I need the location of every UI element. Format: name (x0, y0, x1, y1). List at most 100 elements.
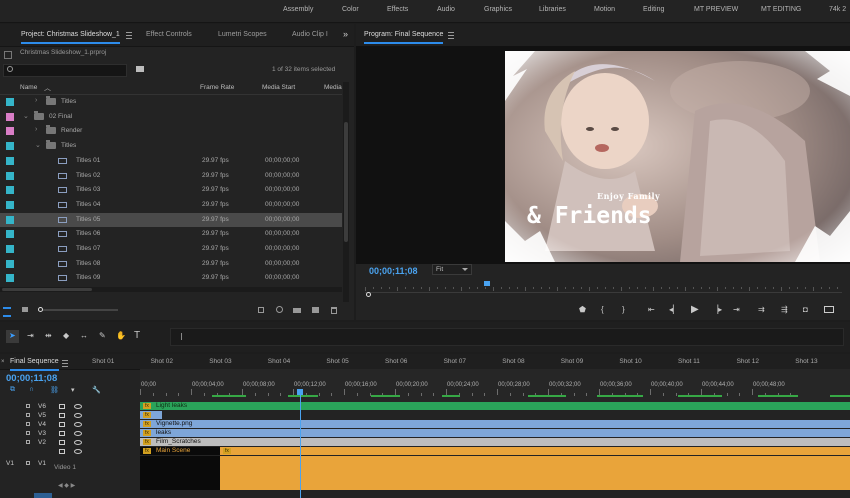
go-to-in-icon[interactable]: ⇤ (648, 305, 655, 314)
snap-icon[interactable]: ∩ (29, 386, 34, 393)
label-color-swatch[interactable] (6, 215, 14, 224)
overwrite-icon[interactable]: ⇶ (781, 305, 788, 314)
mark-out-icon[interactable]: } (622, 305, 625, 314)
tab-effect-controls[interactable]: Effect Controls (146, 31, 192, 38)
shot-marker[interactable]: Shot 04 (268, 358, 290, 365)
hand-tool-icon[interactable]: ✋ (116, 331, 126, 340)
workspace-mt-editing[interactable]: MT EDITING (761, 6, 801, 13)
play-icon[interactable]: ▶ (691, 304, 699, 315)
list-item[interactable]: Titles 03 29.97 fps 00;00;00;00 (0, 183, 342, 197)
shot-marker[interactable]: Shot 12 (737, 358, 759, 365)
list-item[interactable]: Titles 09 29.97 fps 00;00;00;00 (0, 271, 342, 285)
workspace-more[interactable]: 74k 2 (829, 6, 846, 13)
source-patch-label[interactable]: V1 (6, 460, 14, 467)
tab-audio-clip[interactable]: Audio Clip I (292, 31, 328, 38)
go-to-out-icon[interactable]: ⇥ (733, 305, 740, 314)
lock-icon[interactable] (26, 404, 30, 408)
label-color-swatch[interactable] (6, 259, 14, 268)
column-media-start[interactable]: Media Start (262, 84, 295, 91)
workspace-graphics[interactable]: Graphics (484, 6, 512, 13)
wrench-icon[interactable]: 🔧 (92, 386, 101, 394)
shot-marker[interactable]: Shot 13 (795, 358, 817, 365)
label-color-swatch[interactable] (6, 127, 14, 136)
program-menu-icon[interactable] (448, 32, 454, 39)
ripple-edit-tool-icon[interactable]: ⇹ (45, 331, 52, 340)
shot-marker[interactable]: Shot 06 (385, 358, 407, 365)
list-item[interactable]: Titles 02 29.97 fps 00;00;00;00 (0, 169, 342, 183)
lock-icon[interactable] (26, 440, 30, 444)
insert-icon[interactable]: ⇉ (758, 305, 765, 314)
program-timecode[interactable]: 00;00;11;08 (369, 266, 418, 276)
step-forward-icon[interactable]: ▕▸ (712, 305, 722, 314)
shot-marker[interactable]: Shot 05 (326, 358, 348, 365)
lock-icon[interactable] (26, 431, 30, 435)
timeline-timecode[interactable]: 00;00;11;08 (6, 373, 57, 384)
timeline-clip[interactable]: fx Vignette.png (140, 420, 850, 428)
clip-thumbnail[interactable] (140, 456, 220, 490)
sync-lock-icon[interactable] (59, 449, 65, 454)
razor-tool-icon[interactable]: ◆ (63, 331, 69, 340)
shot-marker[interactable]: Shot 01 (92, 358, 114, 365)
track-label[interactable]: V3 (38, 430, 46, 437)
track-label[interactable]: V1 (38, 460, 46, 467)
timeline-clip[interactable]: fx Main Scene (140, 447, 220, 455)
lock-icon[interactable] (26, 422, 30, 426)
list-item[interactable]: ⌄ Titles (0, 139, 342, 153)
tab-program[interactable]: Program: Final Sequence (364, 31, 444, 44)
shot-marker[interactable]: Shot 10 (619, 358, 641, 365)
workspace-audio[interactable]: Audio (437, 6, 455, 13)
icon-view-icon[interactable] (22, 307, 28, 312)
list-item[interactable]: Titles 05 29.97 fps 00;00;00;00 (0, 212, 342, 227)
shot-marker[interactable]: Shot 07 (444, 358, 466, 365)
sync-lock-icon[interactable] (59, 413, 65, 418)
list-item[interactable]: ⌄ 02 Final (0, 110, 342, 124)
keyframe-nav-icon[interactable]: ◀ ◆ ▶ (58, 482, 75, 489)
list-view-icon[interactable] (3, 307, 11, 317)
timeline-clip[interactable]: fx (140, 411, 162, 419)
track-select-tool-icon[interactable]: ⇥ (27, 331, 34, 340)
column-frame-rate[interactable]: Frame Rate (200, 84, 234, 91)
workspace-motion[interactable]: Motion (594, 6, 615, 13)
step-back-icon[interactable]: ◂▏ (669, 305, 679, 314)
timeline-clip[interactable]: fx Film_Scratches (140, 438, 850, 446)
workspace-editing[interactable]: Editing (643, 6, 664, 13)
sync-lock-icon[interactable] (59, 404, 65, 409)
label-color-swatch[interactable] (6, 156, 14, 165)
shot-marker[interactable]: Shot 08 (502, 358, 524, 365)
label-color-swatch[interactable] (6, 274, 14, 283)
eye-icon[interactable] (74, 431, 82, 436)
eye-icon[interactable] (74, 404, 82, 409)
list-item[interactable]: Titles 01 29.97 fps 00;00;00;00 (0, 154, 342, 168)
label-color-swatch[interactable] (6, 171, 14, 180)
timeline-ruler[interactable]: 00;00 00;00;04;00 00;00;08;00 00;00;12;00 00… (140, 369, 850, 402)
track-label[interactable]: V5 (38, 412, 46, 419)
sync-lock-icon[interactable] (59, 431, 65, 436)
column-name[interactable]: Name (20, 84, 37, 91)
shot-marker[interactable]: Shot 11 (678, 358, 700, 365)
sync-lock-icon[interactable] (59, 422, 65, 427)
panel-menu-icon[interactable] (126, 32, 132, 39)
zoom-select[interactable]: Fit (432, 264, 472, 275)
track-label[interactable]: V4 (38, 421, 46, 428)
list-item[interactable]: Titles 04 29.97 fps 00;00;00;00 (0, 198, 342, 212)
track-label[interactable]: V6 (38, 403, 46, 410)
tab-lumetri-scopes[interactable]: Lumetri Scopes (218, 31, 267, 38)
list-item[interactable]: Titles 08 29.97 fps 00;00;00;00 (0, 257, 342, 271)
project-vertical-scrollbar[interactable] (343, 82, 349, 302)
label-color-swatch[interactable] (6, 112, 14, 121)
chevron-right-icon[interactable]: › (35, 126, 37, 133)
chevron-down-icon[interactable]: ⌄ (35, 141, 41, 149)
clear-icon[interactable] (331, 307, 337, 314)
column-media[interactable]: Media (324, 84, 342, 91)
list-item[interactable]: › Render (0, 124, 342, 138)
program-mini-timeline[interactable] (365, 280, 842, 293)
automate-to-sequence-icon[interactable] (258, 307, 264, 313)
eye-icon[interactable] (74, 440, 82, 445)
program-zoom-handle[interactable] (366, 292, 371, 297)
workspace-effects[interactable]: Effects (387, 6, 408, 13)
lock-icon[interactable] (26, 461, 30, 465)
shot-marker[interactable]: Shot 09 (561, 358, 583, 365)
mark-in-icon[interactable]: { (601, 305, 604, 314)
list-item[interactable]: Titles 06 29.97 fps 00;00;00;00 (0, 227, 342, 241)
slip-tool-icon[interactable]: ↔ (80, 331, 88, 340)
